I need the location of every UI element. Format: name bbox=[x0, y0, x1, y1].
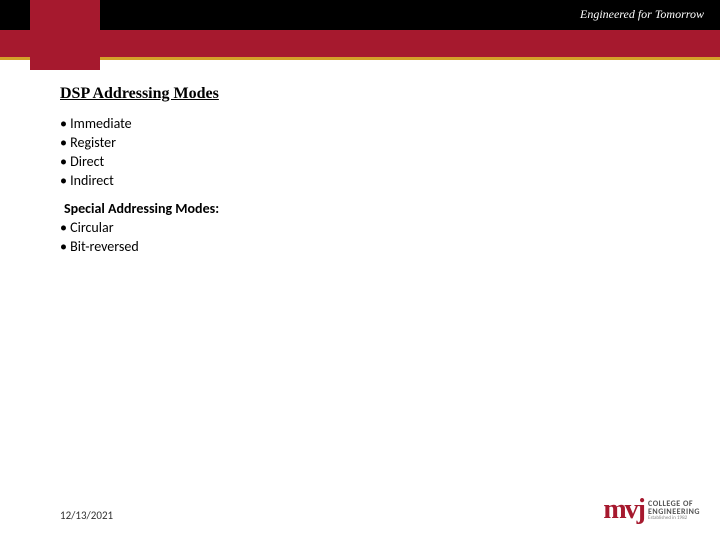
header-gold-line bbox=[0, 57, 720, 60]
list-item: Register bbox=[60, 134, 132, 153]
header-red-block bbox=[30, 0, 100, 70]
footer-logo: mvj COLLEGE OF ENGINEERING Established i… bbox=[603, 494, 700, 526]
subheading: Special Addressing Modes: bbox=[64, 200, 219, 217]
list-item: Direct bbox=[60, 153, 132, 172]
slide-title: DSP Addressing Modes bbox=[60, 85, 219, 103]
list-item: Circular bbox=[60, 219, 139, 238]
header-red-bar bbox=[0, 30, 720, 57]
list-item: Indirect bbox=[60, 172, 132, 191]
footer-date: 12/13/2021 bbox=[60, 509, 113, 522]
bullet-list-main: Immediate Register Direct Indirect bbox=[60, 115, 132, 191]
header-black-bar: Engineered for Tomorrow bbox=[0, 0, 720, 30]
bullet-list-special: Circular Bit-reversed bbox=[60, 219, 139, 257]
logo-sub: Established in 1982 bbox=[648, 516, 700, 521]
list-item: Immediate bbox=[60, 115, 132, 134]
list-item: Bit-reversed bbox=[60, 238, 139, 257]
header-tagline: Engineered for Tomorrow bbox=[580, 7, 704, 22]
logo-mark: mvj bbox=[603, 494, 644, 526]
logo-text: COLLEGE OF ENGINEERING Established in 19… bbox=[648, 500, 700, 521]
